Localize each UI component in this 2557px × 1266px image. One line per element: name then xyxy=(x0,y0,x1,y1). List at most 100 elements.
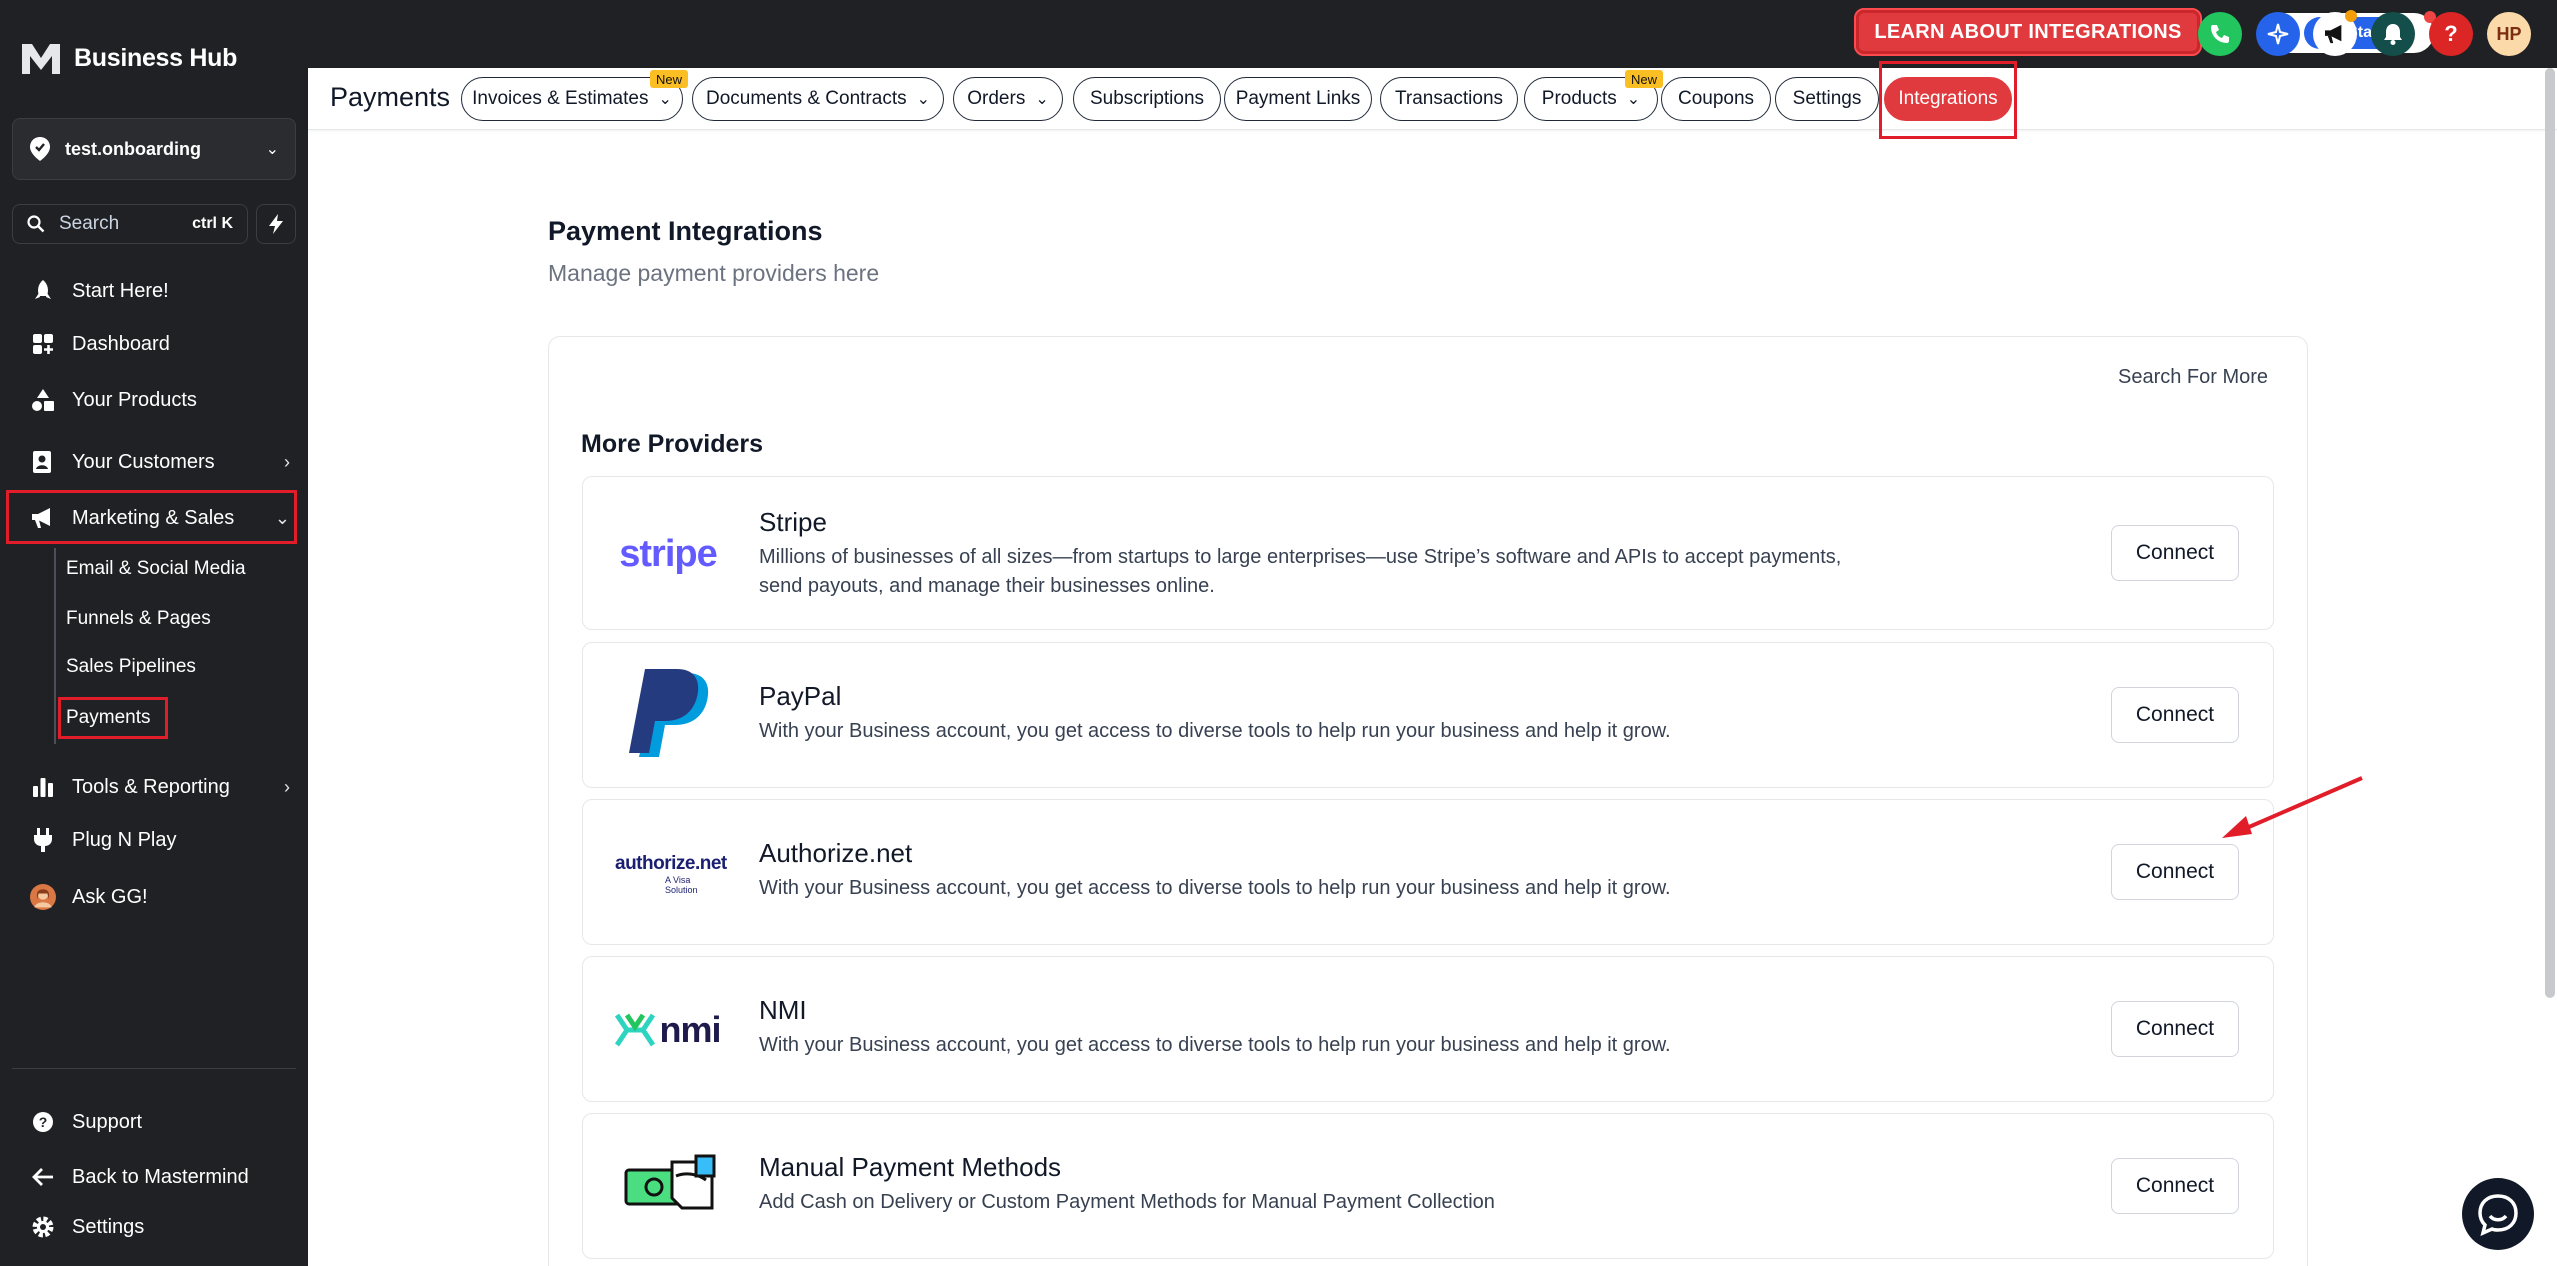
user-avatar[interactable]: HP xyxy=(2487,12,2531,56)
tab-invoices-estimates[interactable]: Invoices & Estimates ⌄ New xyxy=(461,70,689,121)
contact-card-icon xyxy=(30,449,56,475)
tab-subscriptions[interactable]: Subscriptions xyxy=(1073,77,1221,121)
tab-documents-contracts[interactable]: Documents & Contracts ⌄ xyxy=(692,77,944,121)
stripe-logo: stripe xyxy=(619,532,717,575)
provider-name: PayPal xyxy=(759,681,842,711)
tab-label: Settings xyxy=(1792,88,1862,109)
tab-orders[interactable]: Orders ⌄ xyxy=(953,77,1063,121)
search-for-more-link[interactable]: Search For More xyxy=(2118,366,2268,389)
phone-icon xyxy=(2211,25,2229,43)
sidebar-search[interactable]: Search ctrl K xyxy=(12,204,248,244)
sidebar-item-dashboard[interactable]: Dashboard xyxy=(30,324,290,364)
phone-button[interactable] xyxy=(2198,12,2242,56)
search-shortcut: ctrl K xyxy=(192,215,233,232)
connect-button-authorize-net[interactable]: Connect xyxy=(2111,844,2239,900)
bar-chart-icon xyxy=(30,774,56,800)
chat-icon xyxy=(2478,1194,2518,1236)
sidebar-subitem-payments[interactable]: Payments xyxy=(66,700,150,736)
bell-icon xyxy=(2384,24,2402,45)
quick-actions-button[interactable] xyxy=(256,204,296,244)
sidebar-item-settings[interactable]: Settings xyxy=(30,1207,290,1247)
chevron-down-icon: ⌄ xyxy=(274,507,290,528)
sidebar-item-label: Dashboard xyxy=(72,332,170,355)
svg-text:?: ? xyxy=(39,1114,48,1130)
provider-name: Authorize.net xyxy=(759,838,913,868)
tab-products[interactable]: Products ⌄ New xyxy=(1524,70,1664,121)
notifications-button[interactable] xyxy=(2371,12,2415,56)
connect-button-stripe[interactable]: Connect xyxy=(2111,525,2239,581)
tab-label: Products xyxy=(1541,88,1617,109)
shapes-icon xyxy=(30,387,56,413)
sidebar-item-ask-gg[interactable]: Ask GG! xyxy=(30,877,290,917)
ai-assistant-button[interactable] xyxy=(2256,12,2300,56)
provider-card-authorize-net: authorize.net A Visa Solution Authorize.… xyxy=(582,799,2274,945)
scrollbar[interactable] xyxy=(2545,68,2555,998)
sidebar-item-your-products[interactable]: Your Products xyxy=(30,380,290,420)
provider-description: With your Business account, you get acce… xyxy=(759,1034,1671,1056)
plug-icon xyxy=(30,827,56,853)
tab-label: Coupons xyxy=(1677,88,1755,109)
learn-about-integrations-button[interactable]: LEARN ABOUT INTEGRATIONS xyxy=(1854,8,2202,56)
sidebar-item-plug-n-play[interactable]: Plug N Play xyxy=(30,820,290,860)
tab-label: Orders xyxy=(967,88,1026,109)
chevron-down-icon: ⌄ xyxy=(1626,91,1641,108)
sidebar-subitem-email-social[interactable]: Email & Social Media xyxy=(66,551,246,587)
sparkle-icon xyxy=(2267,23,2289,45)
sidebar-subitem-funnels-pages[interactable]: Funnels & Pages xyxy=(66,601,211,637)
bolt-icon xyxy=(269,214,283,234)
search-icon xyxy=(27,215,45,233)
sidebar-divider xyxy=(12,1068,296,1069)
sidebar: Business Hub test.onboarding ⌄ Search ct… xyxy=(0,0,308,1266)
chat-widget-button[interactable] xyxy=(2462,1178,2534,1250)
connect-button-nmi[interactable]: Connect xyxy=(2111,1001,2239,1057)
provider-name: Manual Payment Methods xyxy=(759,1152,1062,1182)
page-section-title: Payments xyxy=(330,82,451,112)
sidebar-item-label: Tools & Reporting xyxy=(72,775,230,798)
sidebar-item-support[interactable]: ? Support xyxy=(30,1102,290,1142)
sidebar-item-tools-reporting[interactable]: Tools & Reporting › xyxy=(30,767,290,807)
chevron-down-icon: ⌄ xyxy=(1035,91,1049,108)
tab-settings[interactable]: Settings xyxy=(1775,77,1879,121)
tab-label: Transactions xyxy=(1394,88,1504,109)
sidebar-item-label: Your Products xyxy=(72,388,197,411)
provider-card-nmi: nmi NMI With your Business account, you … xyxy=(582,956,2274,1102)
provider-description: Millions of businesses of all sizes—from… xyxy=(759,546,1842,597)
submenu-guide-line xyxy=(54,548,56,744)
tab-payment-links[interactable]: Payment Links xyxy=(1224,77,1372,121)
search-placeholder: Search xyxy=(59,213,120,234)
page-title: Payment Integrations xyxy=(548,216,823,246)
provider-card-paypal: PayPal With your Business account, you g… xyxy=(582,642,2274,788)
sidebar-item-marketing-sales[interactable]: Marketing & Sales ⌄ xyxy=(30,498,290,538)
provider-card-stripe: stripe Stripe Millions of businesses of … xyxy=(582,476,2274,630)
sidebar-item-label: Back to Mastermind xyxy=(72,1165,249,1188)
sidebar-item-back-to-mastermind[interactable]: Back to Mastermind xyxy=(30,1157,290,1197)
announcements-button[interactable] xyxy=(2313,10,2357,56)
app-title: Business Hub xyxy=(74,43,238,72)
arrow-left-icon xyxy=(30,1164,56,1190)
sidebar-item-start-here[interactable]: Start Here! xyxy=(30,271,290,311)
provider-description: Add Cash on Delivery or Custom Payment M… xyxy=(759,1191,1495,1213)
account-switcher[interactable]: test.onboarding ⌄ xyxy=(12,118,296,180)
tab-coupons[interactable]: Coupons xyxy=(1661,77,1771,121)
nmi-logo: nmi xyxy=(613,1005,723,1055)
sidebar-item-your-customers[interactable]: Your Customers › xyxy=(30,442,290,482)
paypal-logo xyxy=(613,665,723,765)
question-icon: ? xyxy=(2444,21,2458,46)
provider-description: With your Business account, you get acce… xyxy=(759,720,1671,742)
chevron-right-icon: › xyxy=(284,776,290,797)
provider-card-manual: Manual Payment Methods Add Cash on Deliv… xyxy=(582,1113,2274,1259)
sidebar-subitem-sales-pipelines[interactable]: Sales Pipelines xyxy=(66,649,196,685)
account-name: test.onboarding xyxy=(65,138,201,159)
tab-transactions[interactable]: Transactions xyxy=(1380,77,1518,121)
help-button[interactable]: ? xyxy=(2429,12,2473,56)
dashboard-icon xyxy=(30,331,56,357)
app-logo[interactable]: Business Hub xyxy=(20,38,237,78)
gear-icon xyxy=(30,1214,56,1240)
chevron-down-icon: ⌄ xyxy=(265,141,279,158)
sidebar-item-label: Your Customers xyxy=(72,450,215,473)
payments-tab-strip: Payments Invoices & Estimates ⌄ New Docum… xyxy=(308,68,2557,130)
chevron-right-icon: › xyxy=(284,451,290,472)
connect-button-paypal[interactable]: Connect xyxy=(2111,687,2239,743)
connect-button-manual[interactable]: Connect xyxy=(2111,1158,2239,1214)
section-title: More Providers xyxy=(581,430,764,458)
